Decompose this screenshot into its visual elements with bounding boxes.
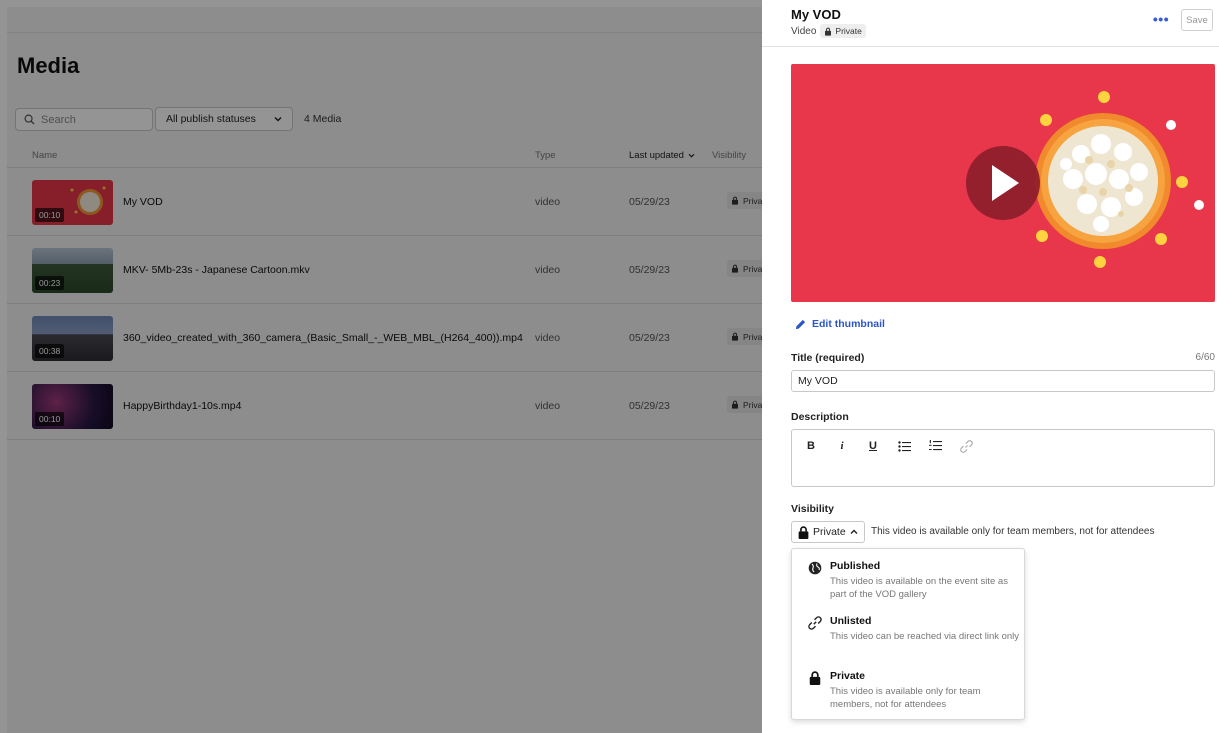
option-title: Private xyxy=(830,670,866,682)
title-field[interactable] xyxy=(791,370,1215,392)
lock-icon xyxy=(825,27,832,36)
globe-icon xyxy=(808,561,822,575)
numbered-list-icon xyxy=(928,440,942,451)
edit-thumbnail-link[interactable]: Edit thumbnail xyxy=(795,318,885,330)
visibility-label: Visibility xyxy=(791,503,834,515)
panel-title: My VOD xyxy=(791,7,841,22)
bulleted-list-button[interactable] xyxy=(897,439,911,453)
option-title: Published xyxy=(830,560,881,572)
modal-backdrop[interactable] xyxy=(0,0,762,733)
rich-text-toolbar: B i U xyxy=(804,439,973,453)
panel-subtitle: Video Private xyxy=(791,24,866,38)
visibility-option-private[interactable]: Private This video is available only for… xyxy=(808,670,1018,714)
description-label: Description xyxy=(791,411,849,423)
link-button[interactable] xyxy=(959,439,973,453)
video-thumbnail-art xyxy=(966,91,1204,268)
underline-button[interactable]: U xyxy=(866,439,880,453)
link-icon xyxy=(808,616,822,630)
link-icon xyxy=(959,439,973,453)
italic-button[interactable]: i xyxy=(835,439,849,453)
visibility-option-unlisted[interactable]: Unlisted This video can be reached via d… xyxy=(808,615,1020,659)
more-options-button[interactable]: ••• xyxy=(1151,11,1171,27)
panel-media-type: Video xyxy=(791,25,817,37)
visibility-select[interactable]: Private xyxy=(791,521,865,543)
media-detail-panel: My VOD Video Private ••• Save Edit thumb… xyxy=(762,0,1219,733)
visibility-help-text: This video is available only for team me… xyxy=(871,526,1155,537)
edit-thumbnail-label: Edit thumbnail xyxy=(812,318,885,330)
title-char-counter: 6/60 xyxy=(1195,352,1215,363)
description-editor[interactable]: B i U xyxy=(791,429,1215,487)
panel-header-divider xyxy=(762,46,1219,47)
lock-icon xyxy=(809,671,821,685)
media-page: Media All publish statuses 4 Media Name … xyxy=(0,0,762,733)
visibility-dropdown-menu: Published This video is available on the… xyxy=(791,548,1025,720)
status-badge: Private xyxy=(820,24,866,38)
bulleted-list-icon xyxy=(897,440,911,452)
visibility-select-value: Private xyxy=(813,526,846,538)
pencil-icon xyxy=(795,319,806,329)
option-description: This video can be reached via direct lin… xyxy=(830,631,1020,642)
chevron-up-icon xyxy=(850,529,858,534)
numbered-list-button[interactable] xyxy=(928,439,942,453)
option-description: This video is available only for team me… xyxy=(830,686,981,710)
lock-icon xyxy=(798,525,809,539)
save-button[interactable]: Save xyxy=(1181,9,1213,31)
option-title: Unlisted xyxy=(830,615,872,627)
bold-button[interactable]: B xyxy=(804,439,818,453)
visibility-option-published[interactable]: Published This video is available on the… xyxy=(808,560,1018,604)
title-label: Title (required) xyxy=(791,352,865,364)
video-player[interactable] xyxy=(791,64,1215,302)
status-badge-label: Private xyxy=(835,26,862,36)
option-description: This video is available on the event sit… xyxy=(830,576,1008,600)
